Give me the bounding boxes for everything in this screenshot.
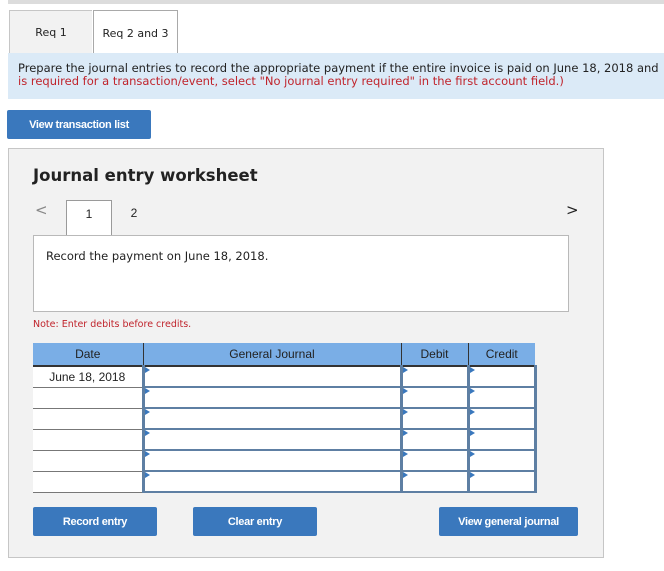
prompt-text: Record the payment on June 18, 2018.	[46, 249, 269, 263]
credit-input[interactable]	[466, 386, 537, 409]
clear-entry-button[interactable]: Clear entry	[193, 507, 317, 536]
date-cell	[33, 408, 143, 430]
table-row	[33, 386, 537, 409]
table-header-row: Date General Journal Debit Credit	[33, 343, 535, 367]
debit-input[interactable]	[399, 428, 470, 451]
credit-input[interactable]	[466, 428, 537, 451]
account-dropdown[interactable]	[141, 365, 403, 388]
account-dropdown[interactable]	[141, 428, 403, 451]
date-cell	[33, 387, 143, 409]
view-general-journal-button[interactable]: View general journal	[439, 507, 578, 536]
page-tab-1[interactable]: 1	[66, 200, 112, 235]
record-entry-button[interactable]: Record entry	[33, 507, 157, 536]
instructions-warning: is required for a transaction/event, sel…	[18, 74, 564, 88]
header-general-journal: General Journal	[143, 343, 402, 367]
debit-input[interactable]	[399, 407, 470, 430]
date-cell: June 18, 2018	[33, 366, 143, 388]
date-cell	[33, 429, 143, 451]
page-tab-2[interactable]: 2	[111, 200, 157, 235]
top-divider	[8, 0, 664, 4]
debit-input[interactable]	[399, 470, 470, 493]
chevron-right-icon[interactable]: >	[566, 201, 579, 219]
transaction-prompt: Record the payment on June 18, 2018.	[33, 235, 569, 312]
account-dropdown[interactable]	[141, 470, 403, 493]
credit-input[interactable]	[466, 365, 537, 388]
account-dropdown[interactable]	[141, 407, 403, 430]
journal-table: Date General Journal Debit Credit June 1…	[33, 343, 537, 493]
tab-req-1[interactable]: Req 1	[9, 10, 92, 54]
account-dropdown[interactable]	[141, 386, 403, 409]
table-row	[33, 449, 537, 472]
chevron-left-icon[interactable]: <	[35, 201, 48, 219]
debit-input[interactable]	[399, 449, 470, 472]
worksheet-title: Journal entry worksheet	[33, 166, 258, 185]
journal-entry-worksheet: Journal entry worksheet < 1 2 > Record t…	[8, 148, 604, 558]
table-row	[33, 407, 537, 430]
account-dropdown[interactable]	[141, 449, 403, 472]
debit-input[interactable]	[399, 386, 470, 409]
instructions-panel: Prepare the journal entries to record th…	[8, 53, 664, 99]
date-cell	[33, 471, 143, 493]
debits-note: Note: Enter debits before credits.	[33, 319, 192, 330]
table-row	[33, 428, 537, 451]
debit-input[interactable]	[399, 365, 470, 388]
credit-input[interactable]	[466, 407, 537, 430]
table-row	[33, 470, 537, 493]
header-credit: Credit	[468, 343, 535, 367]
tab-req-2-and-3[interactable]: Req 2 and 3	[93, 10, 178, 56]
header-date: Date	[33, 343, 144, 367]
date-cell	[33, 450, 143, 472]
credit-input[interactable]	[466, 470, 537, 493]
header-debit: Debit	[401, 343, 469, 367]
table-row: June 18, 2018	[33, 365, 537, 388]
view-transaction-list-button[interactable]: View transaction list	[7, 110, 151, 139]
credit-input[interactable]	[466, 449, 537, 472]
